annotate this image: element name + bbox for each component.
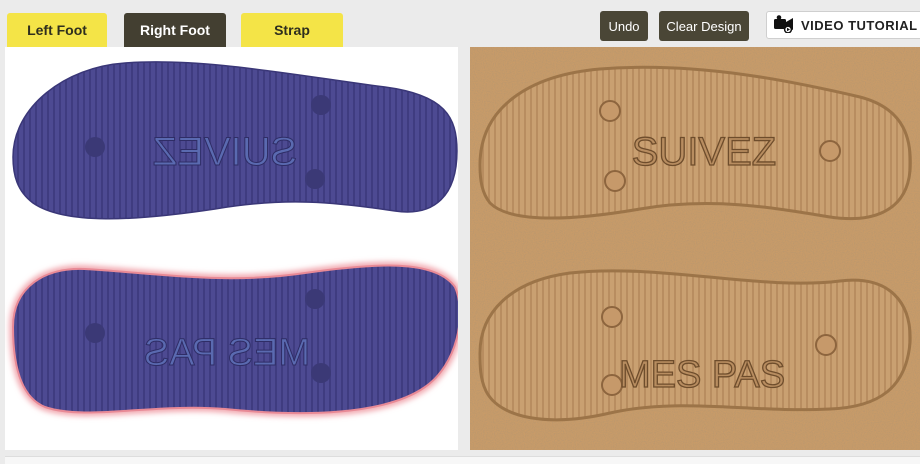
top-sole-text[interactable]: SUIVEZ (152, 130, 297, 175)
strap-hole (311, 95, 331, 115)
strap-hole-imprint (599, 100, 621, 122)
bottom-strip (5, 456, 920, 464)
undo-button[interactable]: Undo (600, 11, 648, 41)
strap-hole-imprint (819, 140, 841, 162)
bottom-sole[interactable]: MES PAS (9, 262, 458, 417)
top-sole[interactable]: SUIVEZ (12, 61, 458, 220)
strap-hole (85, 137, 105, 157)
clear-design-button[interactable]: Clear Design (659, 11, 749, 41)
sand-preview: SUIVEZ MES PAS (470, 47, 920, 450)
strap-hole (85, 323, 105, 343)
bottom-sole-text[interactable]: MES PAS (143, 332, 310, 375)
tab-right-foot[interactable]: Right Foot (124, 13, 226, 47)
top-imprint-text: SUIVEZ (632, 130, 776, 174)
video-tutorial-label: VIDEO TUTORIAL (801, 17, 918, 33)
strap-hole (305, 169, 325, 189)
editor-canvas[interactable]: SUIVEZ MES PAS (5, 47, 458, 450)
strap-hole-imprint (815, 334, 837, 356)
strap-hole-imprint (604, 170, 626, 192)
strap-hole-imprint (601, 306, 623, 328)
bottom-imprint-text: MES PAS (619, 354, 785, 396)
tab-strap[interactable]: Strap (241, 13, 343, 47)
video-camera-icon (773, 14, 795, 36)
bottom-imprint: MES PAS (478, 269, 912, 422)
strap-hole (305, 289, 325, 309)
video-tutorial-button[interactable]: VIDEO TUTORIAL (766, 11, 920, 39)
strap-hole (311, 363, 331, 383)
tab-left-foot[interactable]: Left Foot (7, 13, 107, 47)
